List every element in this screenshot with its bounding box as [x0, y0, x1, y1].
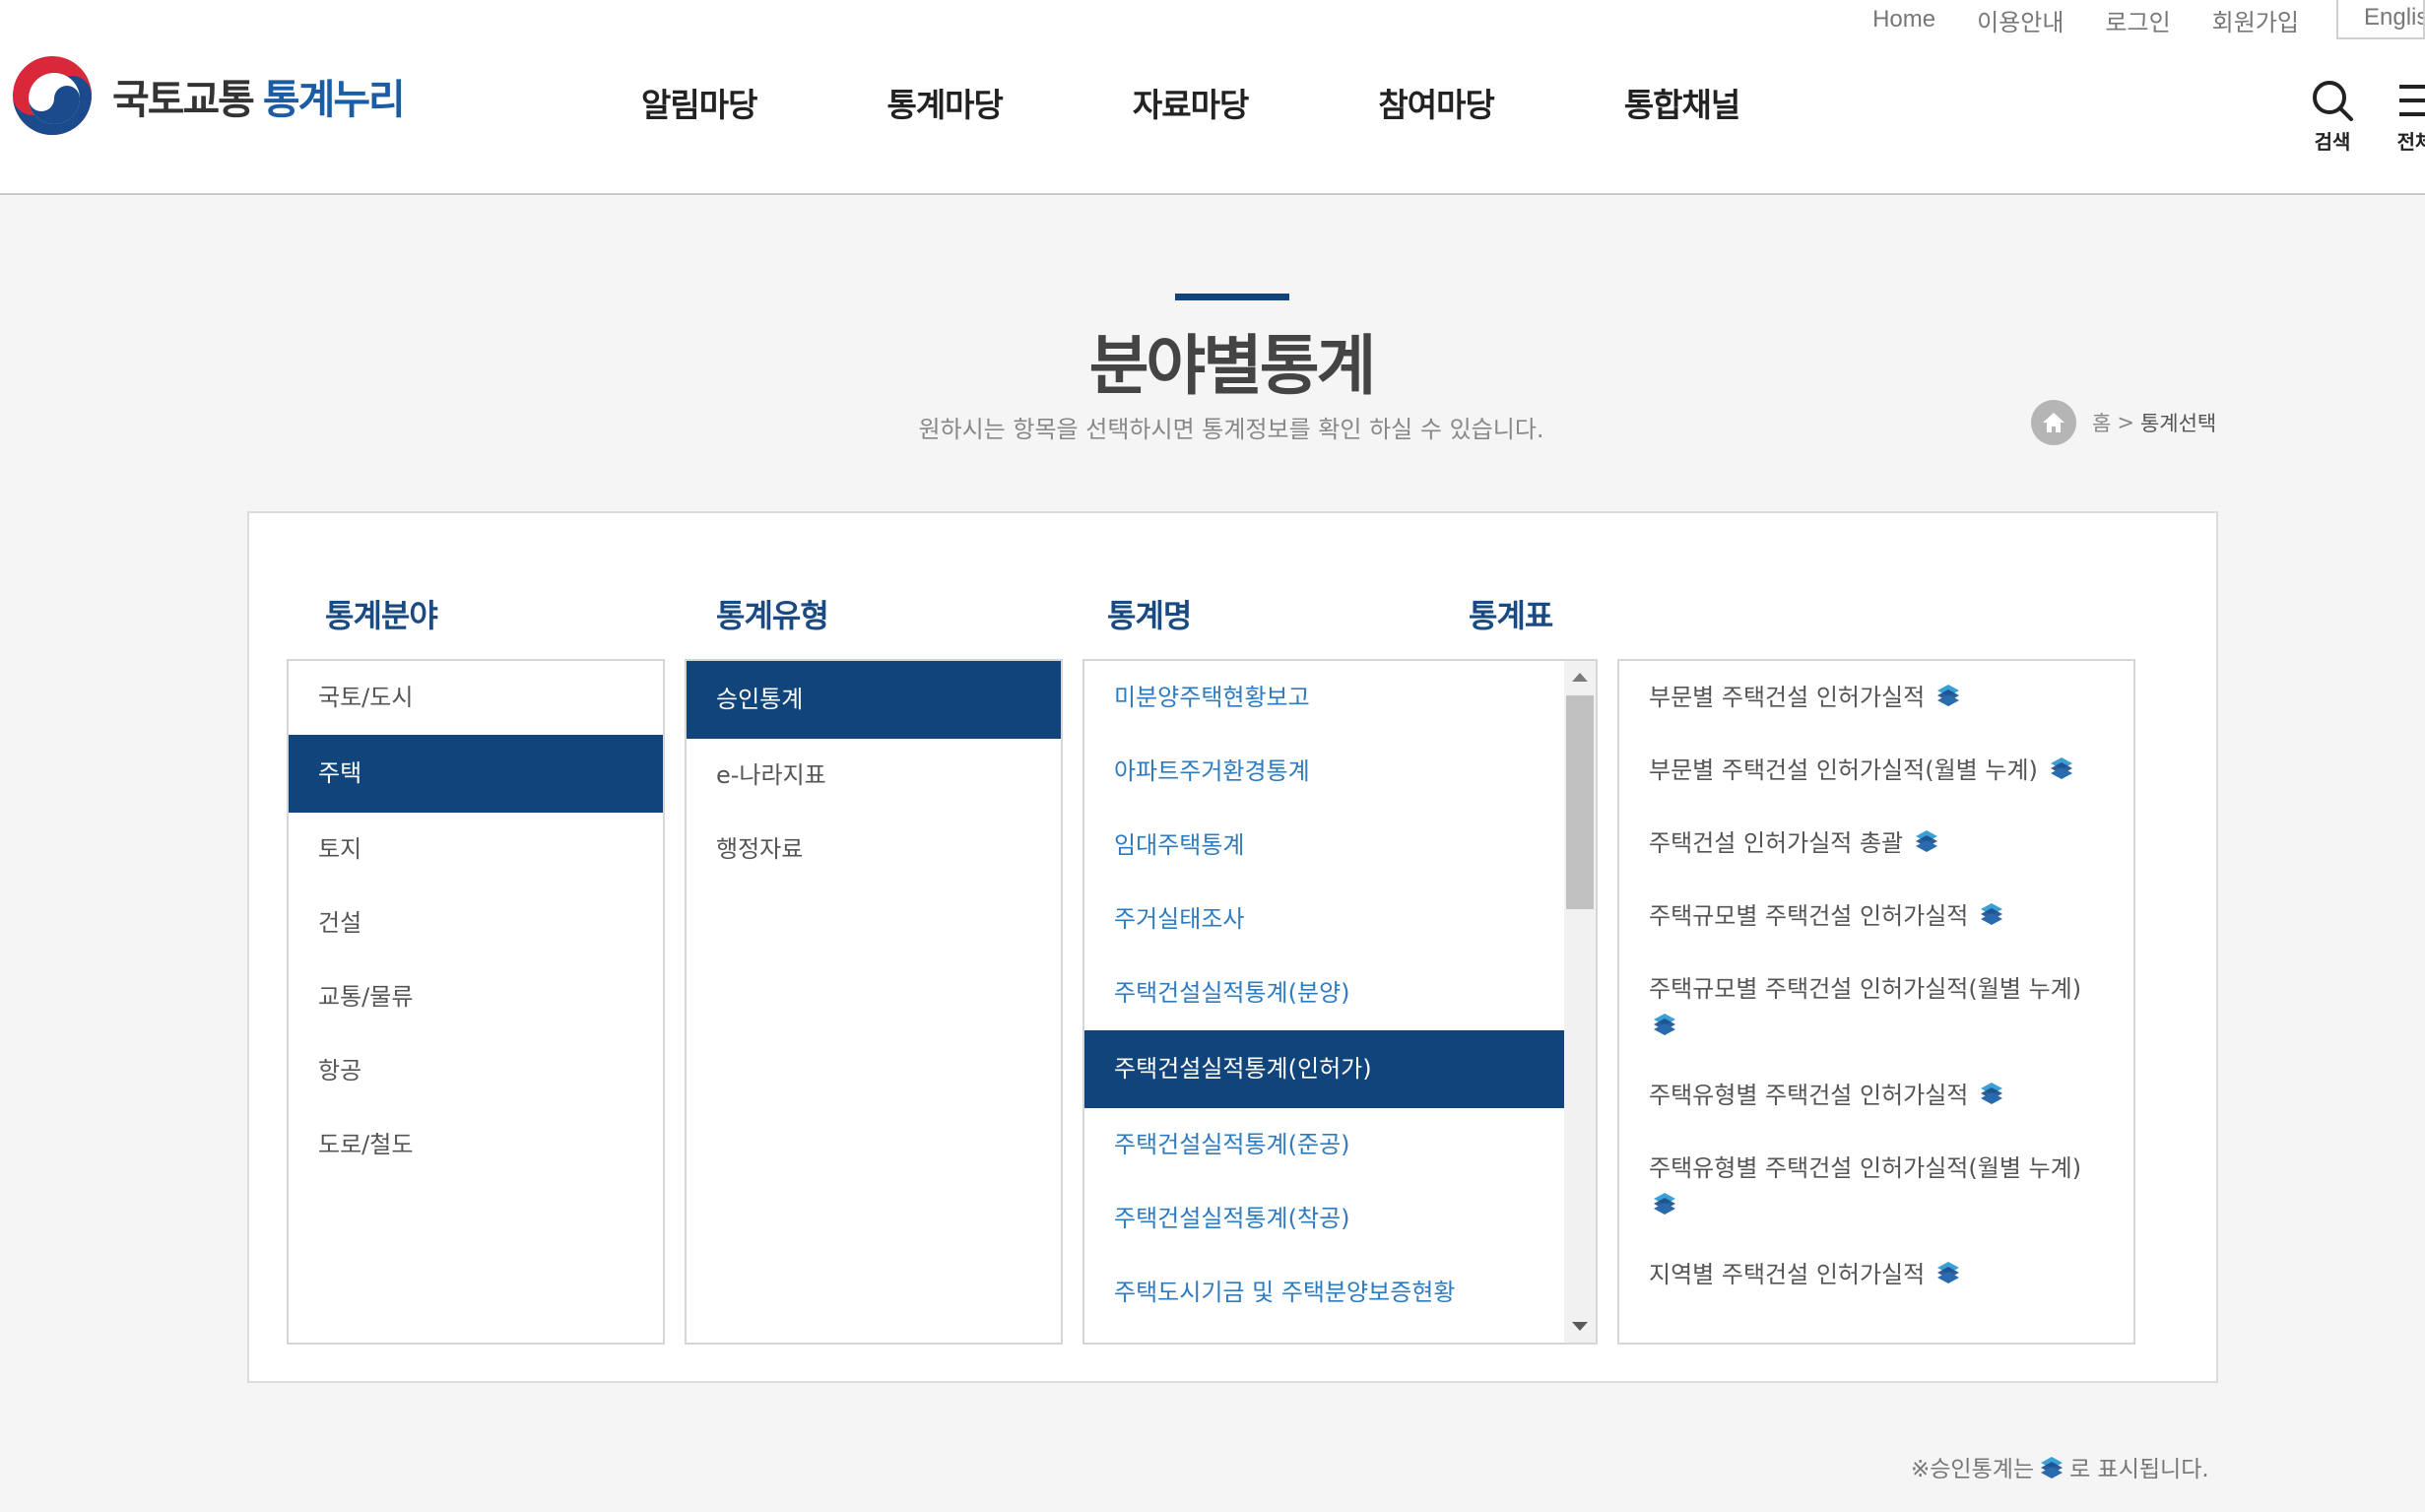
field-item[interactable]: 항공 [289, 1034, 663, 1108]
field-item-selected[interactable]: 주택 [289, 735, 663, 813]
guide-link[interactable]: 이용안내 [1977, 3, 2064, 37]
search-icon [2313, 81, 2353, 121]
footnote-after: 로 표시됩니다. [2069, 1457, 2209, 1482]
home-link[interactable]: Home [1872, 6, 1935, 33]
col-head-name: 통계명 [1107, 597, 1192, 634]
all-menu-label: 전체 [2396, 130, 2425, 154]
field-item[interactable]: 토지 [289, 813, 663, 887]
home-icon[interactable] [2031, 400, 2076, 445]
stat-name-item[interactable]: 아파트주거환경통계 [1084, 735, 1566, 809]
approved-stat-icon [2050, 757, 2072, 779]
search-button[interactable]: 검색 [2311, 79, 2354, 155]
search-button-label: 검색 [2314, 130, 2351, 154]
site-logo[interactable]: 국토교통 통계누리 [10, 53, 406, 138]
field-item[interactable]: 건설 [289, 887, 663, 960]
stat-table-item[interactable]: 지역별 주택건설 인허가실적 [1619, 1238, 2133, 1311]
type-item[interactable]: 행정자료 [687, 813, 1061, 887]
field-list: 국토/도시 주택 토지 건설 교통/물류 항공 도로/철도 [287, 659, 665, 1345]
breadcrumb-current: 통계선택 [2139, 412, 2217, 435]
stat-table-item[interactable]: 주택규모별 주택건설 인허가실적(월별 누계) [1619, 953, 2133, 1059]
type-list: 승인통계 e-나라지표 행정자료 [685, 659, 1063, 1345]
nav-channel[interactable]: 통합채널 [1624, 79, 1740, 126]
site-header: Home 이용안내 로그인 회원가입 English 국토교통통계누리 알림마당… [0, 0, 2425, 195]
type-item-selected[interactable]: 승인통계 [687, 661, 1061, 739]
scrollbar[interactable] [1564, 661, 1596, 1343]
title-accent-bar [1175, 294, 1289, 300]
stat-table-item[interactable]: 주택규모별 주택건설 인허가실적 [1619, 880, 2133, 953]
stat-name-item[interactable]: 주택건설실적통계(준공) [1084, 1108, 1566, 1182]
stat-table-list: 부문별 주택건설 인허가실적 부문별 주택건설 인허가실적(월별 누계) 주택건… [1617, 659, 2135, 1345]
approved-stat-icon [1916, 830, 1938, 852]
stat-name-item[interactable]: 임대주택통계 [1084, 809, 1566, 883]
approved-stat-icon [1981, 903, 2003, 925]
stat-name-item[interactable]: 주택도시기금 및 주택분양보증현황 [1084, 1256, 1566, 1330]
col-head-field: 통계분야 [325, 597, 438, 634]
nav-participation[interactable]: 참여마당 [1378, 79, 1494, 126]
approved-stat-icon [1654, 1014, 1675, 1035]
scroll-thumb[interactable] [1566, 695, 1594, 909]
stat-table-label: 주택건설 인허가실적 총괄 [1649, 829, 1904, 857]
stat-name-item-selected[interactable]: 주택건설실적통계(인허가) [1084, 1030, 1564, 1108]
stat-table-item[interactable]: 주택유형별 주택건설 인허가실적 [1619, 1059, 2133, 1132]
logo-text-sub: 통계누리 [262, 76, 406, 123]
stat-table-label: 부문별 주택건설 인허가실적(월별 누계) [1649, 756, 2038, 784]
scroll-down-arrow-icon[interactable] [1572, 1322, 1588, 1331]
field-item[interactable]: 도로/철도 [289, 1108, 663, 1182]
type-item[interactable]: e-나라지표 [687, 739, 1061, 813]
nav-notice[interactable]: 알림마당 [641, 79, 757, 126]
language-select[interactable]: English [2336, 0, 2425, 39]
logo-text-main: 국토교통 [112, 76, 255, 123]
taegeuk-logo-icon [13, 56, 92, 135]
approved-stat-icon [1981, 1083, 2003, 1104]
col-head-type: 통계유형 [716, 597, 829, 634]
approved-stat-footnote: ※승인통계는 로 표시됩니다. [1911, 1450, 2209, 1483]
join-link[interactable]: 회원가입 [2212, 3, 2299, 37]
nav-statistics[interactable]: 통계마당 [886, 79, 1003, 126]
field-item[interactable]: 국토/도시 [289, 661, 663, 735]
stat-name-list: 미분양주택현황보고 아파트주거환경통계 임대주택통계 주거실태조사 주택건설실적… [1082, 659, 1598, 1345]
breadcrumb: 홈 > 통계선택 [2031, 400, 2216, 445]
approved-stat-icon [1937, 1262, 1960, 1283]
stat-table-item[interactable]: 주택건설 인허가실적 총괄 [1619, 807, 2133, 880]
stat-table-label: 주택유형별 주택건설 인허가실적 [1649, 1082, 1969, 1109]
stat-table-label: 지역별 주택건설 인허가실적 [1649, 1261, 1926, 1288]
stat-name-item[interactable]: 미분양주택현황보고 [1084, 661, 1566, 735]
breadcrumb-separator: > [2117, 411, 2134, 434]
scroll-up-arrow-icon[interactable] [1572, 673, 1588, 682]
stat-table-label: 주택유형별 주택건설 인허가실적(월별 누계) [1649, 1154, 2082, 1182]
stat-name-item[interactable]: 주거실태조사 [1084, 883, 1566, 956]
field-item[interactable]: 교통/물류 [289, 960, 663, 1034]
main-nav: 알림마당 통계마당 자료마당 참여마당 통합채널 [641, 79, 1869, 126]
breadcrumb-home[interactable]: 홈 [2092, 408, 2111, 437]
stat-name-items: 미분양주택현황보고 아파트주거환경통계 임대주택통계 주거실태조사 주택건설실적… [1084, 661, 1566, 1330]
nav-data[interactable]: 자료마당 [1133, 79, 1249, 126]
approved-stat-icon [2041, 1457, 2064, 1479]
logo-text: 국토교통 통계누리 [112, 66, 406, 125]
stat-table-label: 주택규모별 주택건설 인허가실적(월별 누계) [1649, 975, 2082, 1003]
stat-name-item[interactable]: 주택건설실적통계(착공) [1084, 1182, 1566, 1256]
page-title: 분야별통계 [1088, 328, 1377, 404]
utility-bar: Home 이용안내 로그인 회원가입 English [1831, 0, 2425, 39]
stat-name-item[interactable]: 주택건설실적통계(분양) [1084, 956, 1566, 1030]
all-menu-button[interactable]: 전체 [2395, 79, 2425, 155]
stat-table-item[interactable]: 부문별 주택건설 인허가실적 [1619, 661, 2133, 734]
footnote-before: ※승인통계는 [1911, 1457, 2035, 1482]
approved-stat-icon [1937, 685, 1960, 706]
stat-table-item[interactable]: 주택유형별 주택건설 인허가실적(월별 누계) [1619, 1132, 2133, 1238]
stat-table-item[interactable]: 부문별 주택건설 인허가실적(월별 누계) [1619, 734, 2133, 807]
login-link[interactable]: 로그인 [2105, 3, 2170, 37]
stat-table-label: 주택규모별 주택건설 인허가실적 [1649, 902, 1969, 930]
stat-table-label: 부문별 주택건설 인허가실적 [1649, 684, 1926, 711]
col-head-table: 통계표 [1469, 597, 1553, 634]
approved-stat-icon [1654, 1193, 1675, 1215]
hamburger-icon [2399, 85, 2425, 116]
